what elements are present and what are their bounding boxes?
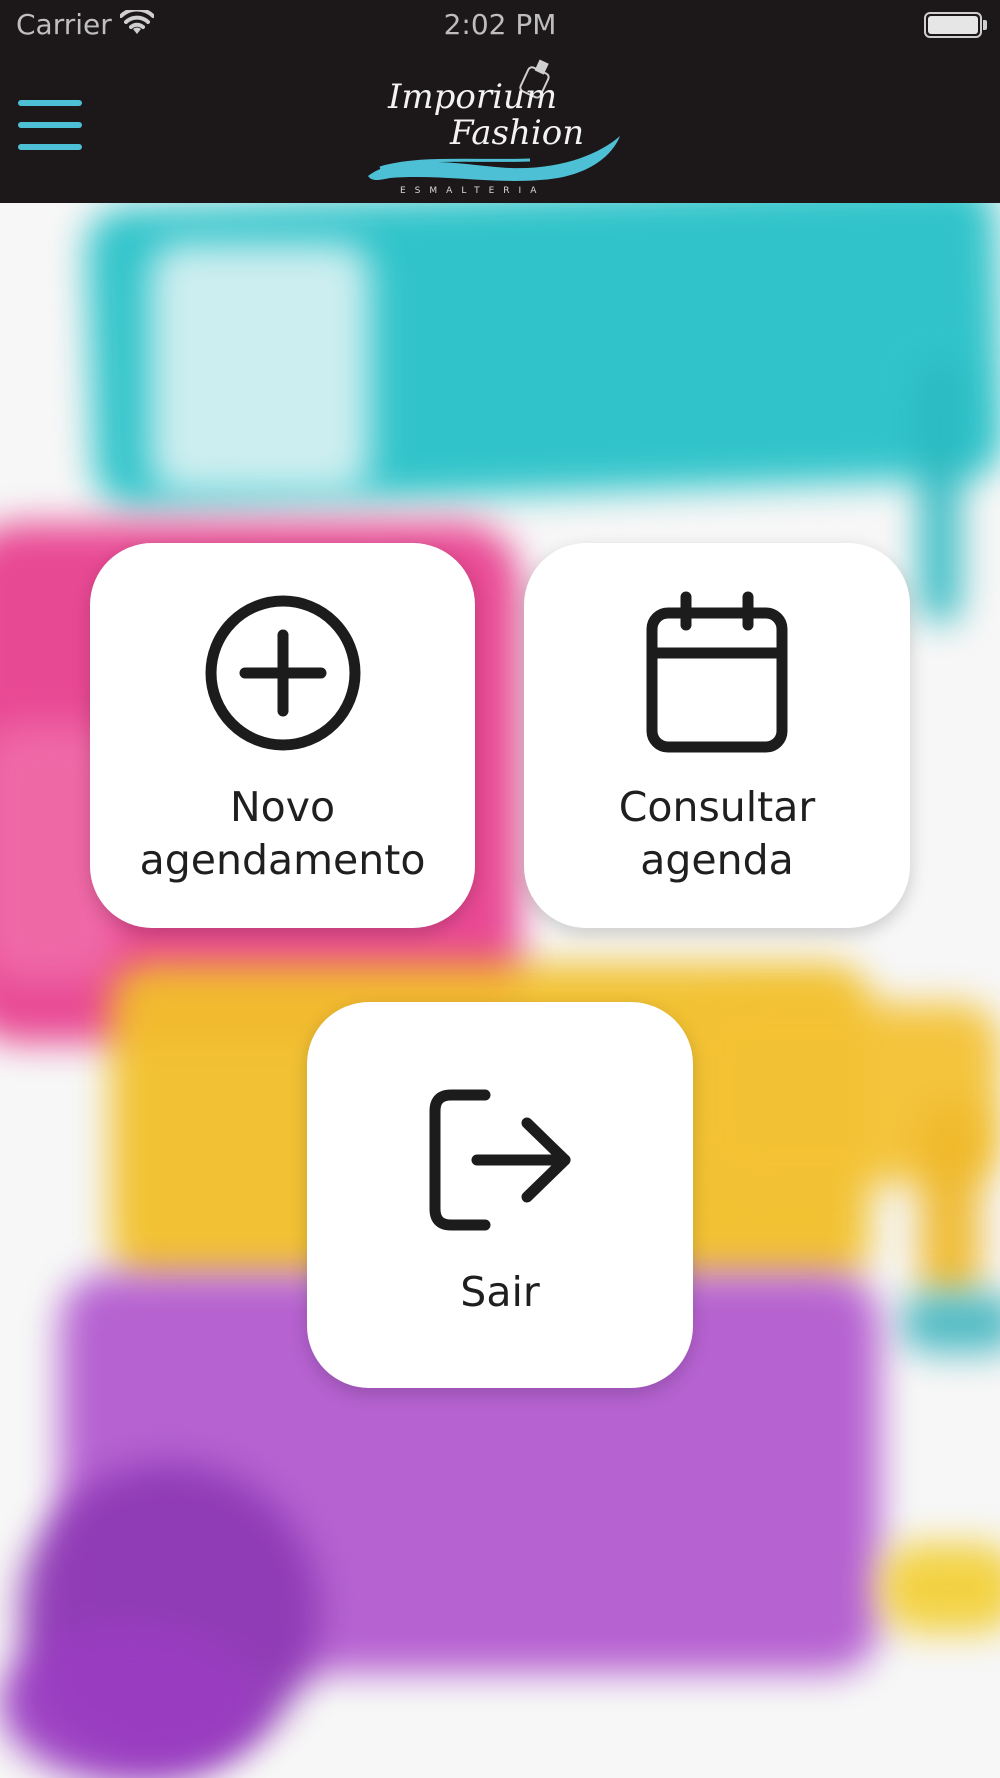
svg-text:Fashion: Fashion (449, 113, 584, 153)
new-appointment-label-line1: Novo (229, 783, 336, 831)
nail-polish-background-image (0, 203, 1000, 1778)
calendar-icon (646, 591, 788, 753)
clock-label: 2:02 PM (443, 8, 557, 41)
logout-button[interactable]: Sair (307, 1002, 693, 1388)
view-schedule-label-line1: Consultar (618, 783, 816, 831)
view-schedule-button[interactable]: Consultar agenda (524, 543, 910, 928)
add-circle-icon (205, 595, 361, 751)
svg-text:ESMALTERIA: ESMALTERIA (400, 186, 545, 196)
battery-icon (924, 12, 987, 38)
view-schedule-label-line2: agenda (640, 836, 794, 884)
brand-logo: Imporium Fashion ESMALTERIA (368, 59, 620, 196)
logout-label: Sair (460, 1268, 540, 1316)
status-bar: Carrier 2:02 PM (0, 0, 1000, 50)
svg-text:Imporium: Imporium (387, 77, 557, 117)
hamburger-menu-icon[interactable] (18, 100, 82, 154)
new-appointment-button[interactable]: Novo agendamento (90, 543, 475, 928)
new-appointment-label-line2: agendamento (139, 836, 426, 884)
app-header: Imporium Fashion ESMALTERIA (0, 50, 1000, 203)
logout-icon (429, 1089, 571, 1231)
